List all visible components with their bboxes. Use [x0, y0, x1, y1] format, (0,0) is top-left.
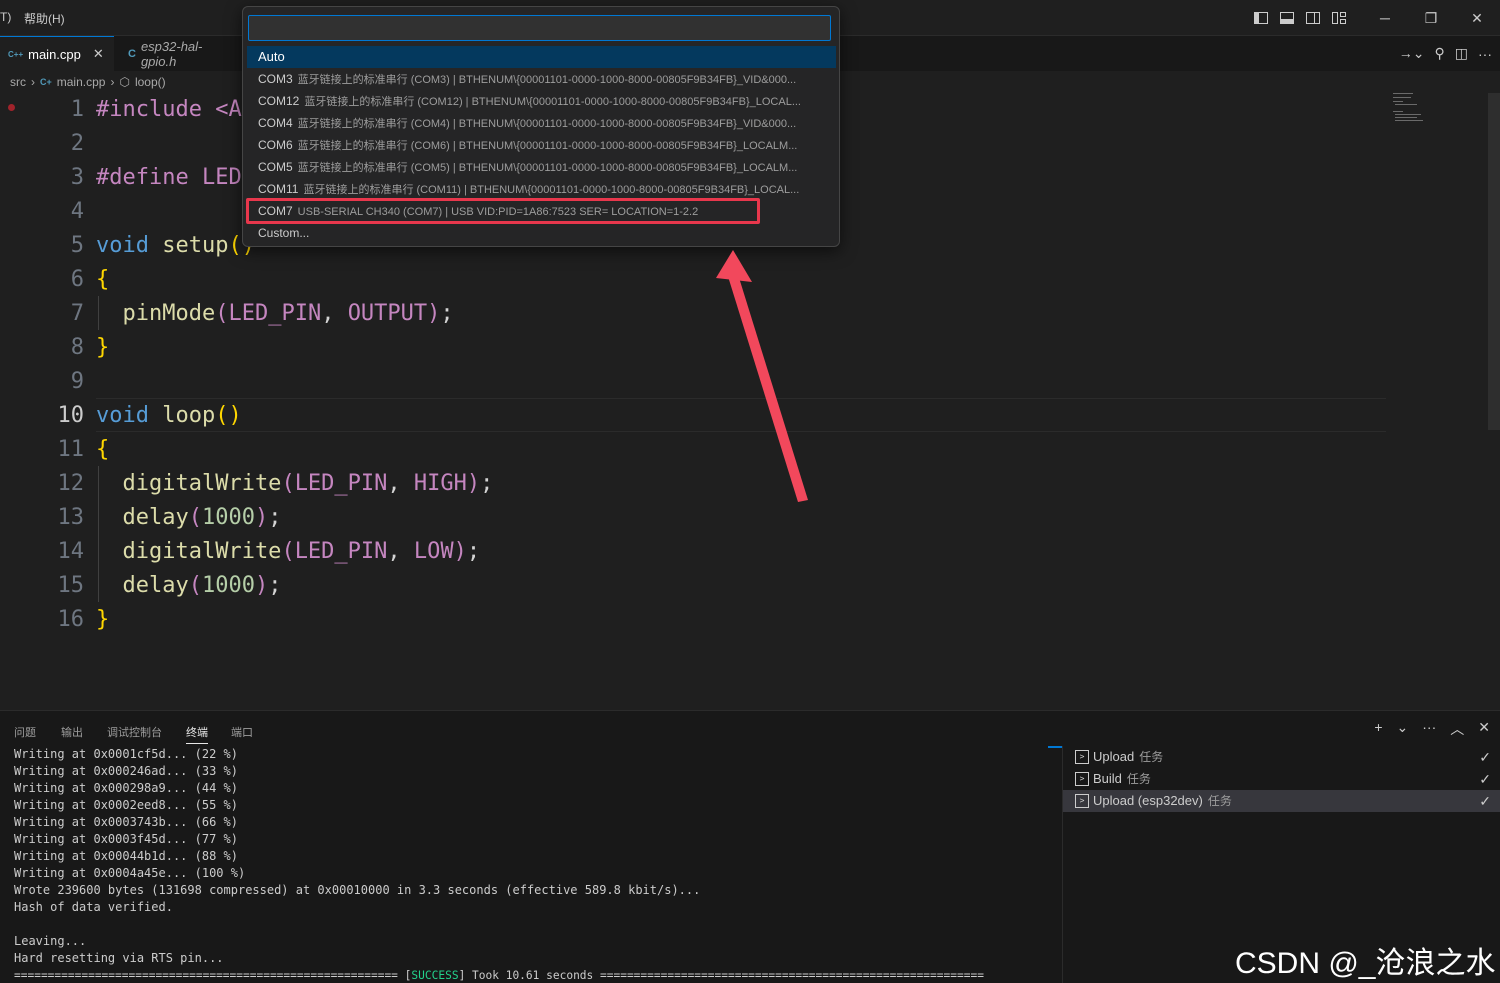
vscode-window: T) 帮助(H) ─ ❐ ✕ C++ main.cpp ✕ C esp32-ha… [0, 0, 1500, 983]
annotation-arrow [716, 250, 808, 502]
